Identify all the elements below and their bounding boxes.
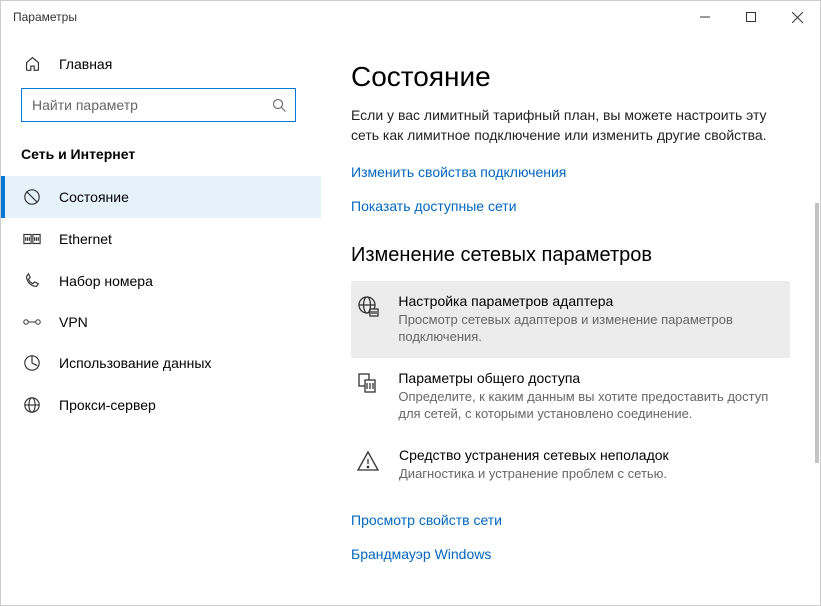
nav-item-ethernet[interactable]: Ethernet [1, 218, 321, 260]
home-label: Главная [59, 56, 112, 72]
maximize-button[interactable] [728, 1, 774, 33]
setting-title: Параметры общего доступа [398, 370, 780, 386]
section-title: Изменение сетевых параметров [351, 244, 790, 267]
nav-item-label: Ethernet [59, 231, 112, 247]
content: Состояние Вы подключены к Интернету Если… [321, 33, 820, 605]
window-controls [682, 1, 820, 33]
link-show-available-networks[interactable]: Показать доступные сети [351, 198, 790, 214]
nav-item-label: Набор номера [59, 273, 153, 289]
status-description: Если у вас лимитный тарифный план, вы мо… [351, 105, 790, 146]
category-label: Сеть и Интернет [1, 136, 321, 176]
setting-sharing-options[interactable]: Параметры общего доступа Определите, к к… [351, 358, 790, 435]
search-icon [272, 98, 287, 113]
proxy-icon [23, 396, 41, 414]
search-wrap [1, 82, 321, 136]
search-box[interactable] [21, 88, 296, 122]
page-title: Состояние [351, 61, 790, 93]
nav: Состояние Ethernet Набор номера [1, 176, 321, 426]
link-network-properties[interactable]: Просмотр свойств сети [351, 512, 790, 528]
nav-item-label: Прокси-сервер [59, 397, 156, 413]
status-icon [23, 188, 41, 206]
link-change-connection-properties[interactable]: Изменить свойства подключения [351, 164, 790, 180]
setting-troubleshoot[interactable]: Средство устранения сетевых неполадок Ди… [351, 435, 790, 495]
close-button[interactable] [774, 1, 820, 33]
nav-item-vpn[interactable]: VPN [1, 302, 321, 342]
nav-item-data-usage[interactable]: Использование данных [1, 342, 321, 384]
body: Главная Сеть и Интернет Состояние [1, 33, 820, 605]
sharing-icon [353, 370, 382, 396]
warning-icon [353, 447, 383, 473]
nav-item-label: VPN [59, 314, 88, 330]
setting-desc: Определите, к каким данным вы хотите пре… [398, 388, 780, 423]
globe-adapter-icon [353, 293, 382, 319]
setting-title: Настройка параметров адаптера [398, 293, 780, 309]
home-link[interactable]: Главная [1, 45, 321, 82]
data-usage-icon [23, 354, 41, 372]
nav-item-label: Использование данных [59, 355, 211, 371]
setting-adapter-options[interactable]: Настройка параметров адаптера Просмотр с… [351, 281, 790, 358]
nav-item-proxy[interactable]: Прокси-сервер [1, 384, 321, 426]
settings-window: Параметры Главная [0, 0, 821, 606]
vpn-icon [23, 315, 41, 329]
window-title: Параметры [1, 10, 682, 24]
setting-desc: Диагностика и устранение проблем с сетью… [399, 465, 669, 483]
search-input[interactable] [32, 97, 272, 113]
scrollbar[interactable] [815, 203, 819, 463]
sidebar: Главная Сеть и Интернет Состояние [1, 33, 321, 605]
nav-item-label: Состояние [59, 189, 129, 205]
nav-item-dialup[interactable]: Набор номера [1, 260, 321, 302]
titlebar: Параметры [1, 1, 820, 33]
ethernet-icon [23, 230, 41, 248]
link-windows-firewall[interactable]: Брандмауэр Windows [351, 546, 790, 562]
minimize-button[interactable] [682, 1, 728, 33]
dialup-icon [23, 272, 41, 290]
home-icon [23, 55, 41, 72]
setting-title: Средство устранения сетевых неполадок [399, 447, 669, 463]
nav-item-status[interactable]: Состояние [1, 176, 321, 218]
setting-desc: Просмотр сетевых адаптеров и изменение п… [398, 311, 780, 346]
truncated-text: Вы подключены к Интернету [351, 99, 790, 101]
